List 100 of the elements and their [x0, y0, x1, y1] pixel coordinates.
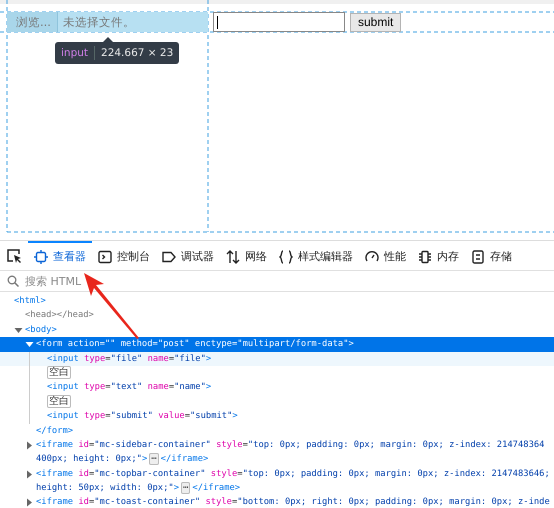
- chip-icon: [418, 250, 432, 264]
- tag-name: <iframe: [36, 468, 74, 479]
- tag-name: </iframe>: [192, 483, 240, 494]
- attribute-name: id: [77, 497, 89, 508]
- markup-row[interactable]: <iframe id="mc-toast-container" style="bottom: 0px; right: 0px; padding: 0px; margin: 0px; z-inde: [0, 495, 554, 508]
- input-field[interactable]: [213, 12, 345, 32]
- frame-icon: [34, 250, 48, 264]
- devtools-tab[interactable]: 内存: [412, 241, 465, 270]
- attribute-value: "name": [174, 382, 206, 392]
- tag-name: >: [206, 382, 212, 392]
- braces-icon: [279, 250, 293, 264]
- attribute-value: "file": [174, 354, 206, 364]
- twisty-icon[interactable]: [25, 498, 34, 508]
- attribute-name: type: [83, 411, 106, 422]
- attribute-name: type: [83, 382, 106, 392]
- attribute-value: "top: 0px; padding: 0px; margin: 0px; z-index: 214748364: [248, 440, 544, 450]
- tag-name: >: [142, 454, 148, 464]
- tag-name: <iframe: [36, 497, 74, 508]
- attribute-value: "text": [110, 382, 142, 392]
- ellipsis-button[interactable]: ⋯: [181, 482, 190, 494]
- markup-row[interactable]: <input type="file" name="file">: [0, 352, 554, 366]
- devtools-tab[interactable]: 查看器: [28, 241, 92, 270]
- devtools-tab[interactable]: 网络: [220, 241, 273, 270]
- attribute-name: name: [146, 382, 169, 392]
- attribute-name: name: [146, 354, 169, 364]
- tag-name: <iframe: [36, 440, 74, 450]
- code-text: =: [168, 382, 174, 392]
- tag-name: </form>: [36, 426, 74, 436]
- devtools-tab[interactable]: 调试器: [156, 241, 220, 270]
- attribute-value: "submit": [190, 411, 232, 422]
- tag-name: <input: [47, 354, 79, 364]
- markup-row[interactable]: <head></head>: [0, 308, 554, 323]
- markup-row[interactable]: </form>: [0, 424, 554, 438]
- attribute-name: id: [77, 468, 89, 479]
- attribute-name: style: [204, 497, 232, 508]
- tooltip-size: 224.667 × 23: [101, 47, 174, 59]
- attribute-value: "multipart/form-data": [237, 339, 349, 350]
- attribute-value: "mc-toast-container": [94, 497, 200, 508]
- tag-name: >: [174, 483, 179, 494]
- code-text: =: [88, 440, 94, 450]
- tag-name: <form: [36, 339, 62, 350]
- attribute-name: style: [215, 440, 243, 450]
- markup-row[interactable]: <html>: [0, 294, 554, 308]
- attribute-value: "mc-sidebar-container": [94, 440, 211, 450]
- file-status: 未选择文件。: [62, 14, 135, 31]
- attribute-value: "top: 0px; padding: 0px; margin: 0px; z-index: 2147483646;: [242, 468, 550, 479]
- code-text: =: [105, 354, 111, 364]
- attribute-name: action: [66, 339, 100, 350]
- markup-row[interactable]: <input type="submit" value="submit">: [0, 409, 554, 424]
- code-text: =: [232, 339, 238, 350]
- devtools-tab[interactable]: 控制台: [92, 241, 156, 270]
- tag-name: >: [232, 411, 238, 422]
- drawer-icon: [471, 250, 485, 264]
- tag-name: >: [348, 339, 354, 350]
- attribute-name: id: [77, 440, 89, 450]
- twisty-icon[interactable]: [25, 470, 34, 479]
- tooltip-tag: input: [61, 47, 88, 59]
- code-text: =: [105, 382, 111, 392]
- tag-name: <html>: [14, 296, 46, 306]
- twisty-icon[interactable]: [25, 440, 34, 450]
- code-text: =: [152, 339, 158, 350]
- ellipsis-button[interactable]: ⋯: [149, 453, 159, 466]
- devtools-tab[interactable]: 存储: [465, 241, 518, 270]
- submit-button[interactable]: submit: [350, 12, 402, 32]
- markup-row[interactable]: <form action="" method="post" enctype="multipart/form-data">: [0, 337, 554, 352]
- markup-row[interactable]: <input type="text" name="name">: [0, 380, 554, 395]
- code-text: =: [100, 339, 105, 350]
- code-text: =: [168, 354, 174, 364]
- twisty-icon[interactable]: [14, 326, 23, 335]
- tag-name: >: [206, 354, 212, 364]
- markup-row[interactable]: 空白: [0, 366, 554, 380]
- attribute-value: "submit": [110, 411, 153, 422]
- code-text: =: [237, 468, 243, 479]
- markup-row[interactable]: <body>: [0, 322, 554, 338]
- devtools-tab[interactable]: 性能: [359, 241, 412, 270]
- attribute-value: "post": [158, 339, 190, 350]
- attribute-value: height: 50px; width: 0px;": [36, 483, 174, 494]
- attribute-value: "bottom: 0px; right: 0px; padding: 0px; margin: 0px; z-inde: [237, 497, 550, 508]
- terminal-icon: [98, 250, 112, 264]
- markup-row[interactable]: 空白: [0, 394, 554, 410]
- code-text: =: [88, 468, 94, 479]
- tag-name: <body>: [25, 324, 57, 335]
- code-text: =: [184, 411, 190, 422]
- code-text: =: [105, 411, 111, 422]
- attribute-name: value: [157, 411, 185, 422]
- attribute-value: "": [104, 339, 116, 350]
- twisty-icon[interactable]: [25, 340, 34, 350]
- tag-shape-icon: [162, 250, 176, 264]
- markup-row[interactable]: <iframe id="mc-sidebar-container" style="top: 0px; padding: 0px; margin: 0px; z-index: 214748364 400px; height: 0px;"> ⋯ </iframe>: [0, 438, 554, 467]
- tag-name: <head></head>: [25, 310, 94, 320]
- tag-name: <input: [47, 411, 79, 422]
- search-field[interactable]: 搜索 HTML: [23, 274, 227, 288]
- code-text: =: [88, 497, 94, 508]
- element-picker-icon[interactable]: [6, 248, 22, 264]
- devtools-tab[interactable]: 样式编辑器: [273, 241, 359, 270]
- tag-name: <input: [47, 382, 79, 392]
- markup-row[interactable]: <iframe id="mc-topbar-container" style="top: 0px; padding: 0px; margin: 0px; z-index: 2147483646; height: 50px; width: 0px;"> ⋯ </iframe>: [0, 466, 554, 496]
- whitespace-badge: 空白: [47, 366, 71, 379]
- attribute-name: style: [210, 468, 238, 479]
- code-text: =: [242, 440, 248, 450]
